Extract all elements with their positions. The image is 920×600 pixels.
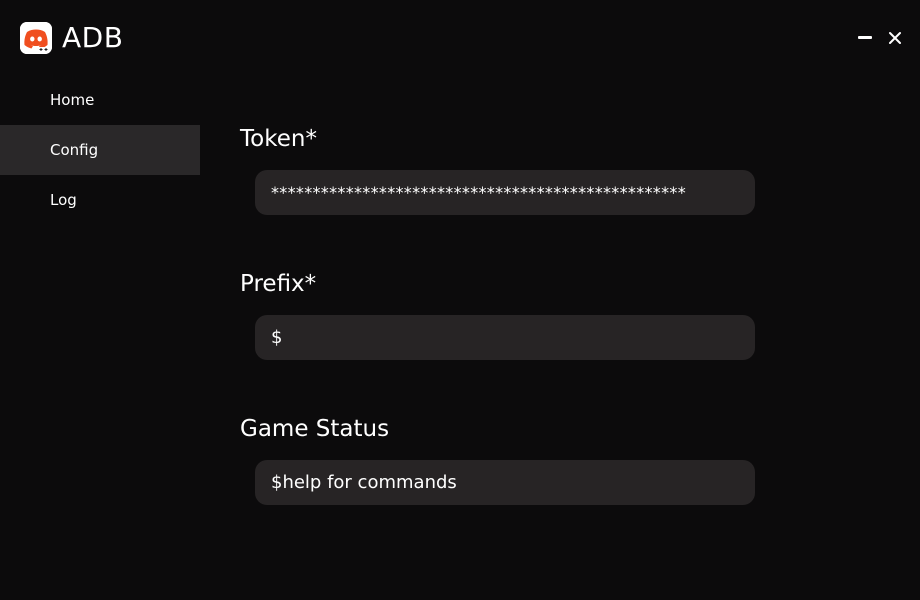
app-title: ADB bbox=[62, 21, 124, 54]
prefix-input[interactable] bbox=[255, 315, 755, 360]
discord-logo-icon bbox=[20, 22, 52, 54]
sidebar-item-config[interactable]: Config bbox=[0, 125, 200, 175]
app-window: ADB Home Config Log Token* Prefix* Game … bbox=[0, 0, 920, 600]
token-label: Token* bbox=[240, 126, 317, 152]
minimize-icon bbox=[858, 36, 872, 39]
token-input[interactable] bbox=[255, 170, 755, 215]
minimize-button[interactable] bbox=[854, 26, 876, 50]
prefix-label: Prefix* bbox=[240, 271, 317, 297]
sidebar-item-label: Config bbox=[50, 141, 99, 159]
sidebar-item-label: Log bbox=[50, 191, 77, 209]
sidebar-item-home[interactable]: Home bbox=[0, 75, 200, 125]
game-status-label: Game Status bbox=[240, 416, 390, 442]
sidebar-item-label: Home bbox=[50, 91, 95, 109]
sidebar-item-log[interactable]: Log bbox=[0, 175, 200, 225]
game-status-input[interactable] bbox=[255, 460, 755, 505]
close-button[interactable] bbox=[884, 26, 906, 50]
sidebar: Home Config Log bbox=[0, 75, 200, 225]
close-icon bbox=[889, 32, 901, 44]
